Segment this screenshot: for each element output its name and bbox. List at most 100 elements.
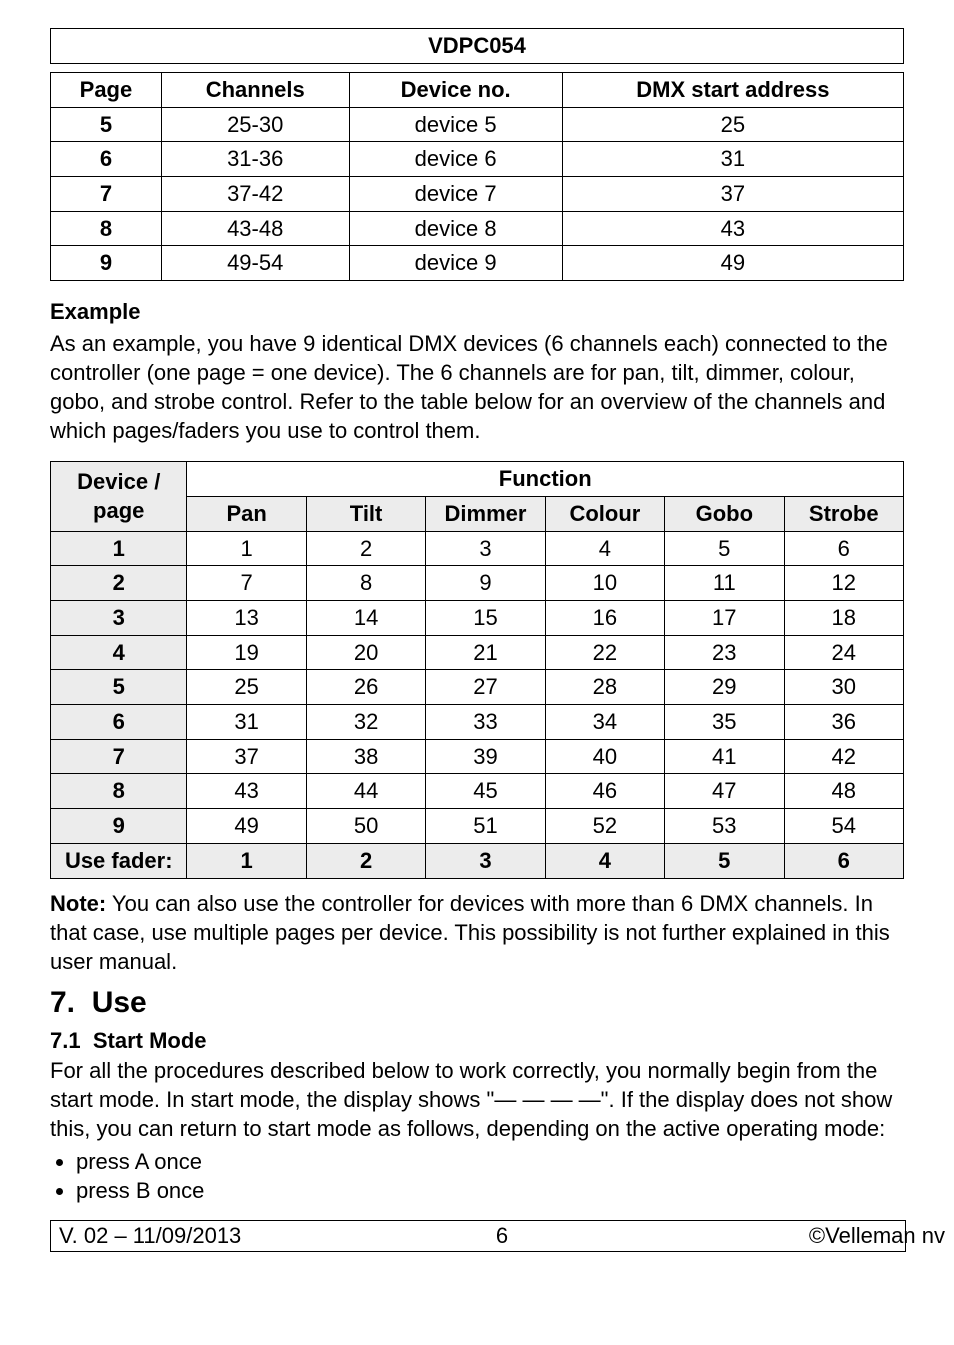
doc-code: VDPC054 (428, 33, 526, 58)
t2-cell: 27 (426, 670, 545, 705)
t2-cell: 5 (665, 531, 784, 566)
t2-cell: 28 (545, 670, 664, 705)
t2-footer-cell: 1 (187, 843, 306, 878)
cell-page: 5 (51, 107, 162, 142)
t2-cell: 13 (187, 601, 306, 636)
t2-cell: 53 (665, 809, 784, 844)
cell-addr: 25 (562, 107, 903, 142)
t2-cell: 34 (545, 705, 664, 740)
cell-page: 6 (51, 142, 162, 177)
cell-device: device 7 (349, 177, 562, 212)
cell-page: 7 (51, 177, 162, 212)
t2-cell: 7 (187, 566, 306, 601)
t2-cell: 11 (665, 566, 784, 601)
t2-cell: 20 (306, 635, 425, 670)
t2-cell: 9 (426, 566, 545, 601)
t2-cell: 24 (784, 635, 904, 670)
t2-col: Pan (187, 496, 306, 531)
t2-cell: 2 (306, 531, 425, 566)
table-row: 7 37 38 39 40 41 42 (51, 739, 904, 774)
t2-col: Dimmer (426, 496, 545, 531)
t2-col: Gobo (665, 496, 784, 531)
cell-channels: 25-30 (161, 107, 349, 142)
table-row: 8 43 44 45 46 47 48 (51, 774, 904, 809)
footer-page-number: 6 (409, 1221, 596, 1251)
t2-hdr-function: Function (187, 462, 904, 497)
t2-cell: 44 (306, 774, 425, 809)
t2-cell: 52 (545, 809, 664, 844)
table-row: 2 7 8 9 10 11 12 (51, 566, 904, 601)
note-text: You can also use the controller for devi… (50, 891, 890, 974)
cell-device: device 6 (349, 142, 562, 177)
t2-row-label: 9 (51, 809, 187, 844)
cell-channels: 49-54 (161, 246, 349, 281)
t1-h-page: Page (51, 73, 162, 108)
cell-device: device 5 (349, 107, 562, 142)
t2-row-label: 5 (51, 670, 187, 705)
cell-channels: 37-42 (161, 177, 349, 212)
t2-footer-cell: 3 (426, 843, 545, 878)
t2-cell: 21 (426, 635, 545, 670)
cell-addr: 31 (562, 142, 903, 177)
t2-cell: 50 (306, 809, 425, 844)
doc-code-frame: VDPC054 (50, 28, 904, 64)
table-device-function: Device / page Function Pan Tilt Dimmer C… (50, 461, 904, 878)
table-row: 1 1 2 3 4 5 6 (51, 531, 904, 566)
t2-cell: 33 (426, 705, 545, 740)
t2-footer-cell: 2 (306, 843, 425, 878)
table-row: 3 13 14 15 16 17 18 (51, 601, 904, 636)
t2-row-label: 6 (51, 705, 187, 740)
cell-page: 9 (51, 246, 162, 281)
subsection-text: For all the procedures described below t… (50, 1056, 904, 1143)
t2-row-label: 1 (51, 531, 187, 566)
table-footer-row: Use fader: 1 2 3 4 5 6 (51, 843, 904, 878)
table-row: 7 37-42 device 7 37 (51, 177, 904, 212)
table-row: 4 19 20 21 22 23 24 (51, 635, 904, 670)
t2-cell: 31 (187, 705, 306, 740)
cell-page: 8 (51, 211, 162, 246)
cell-channels: 31-36 (161, 142, 349, 177)
t2-row-label: 2 (51, 566, 187, 601)
t2-footer-cell: 4 (545, 843, 664, 878)
t2-cell: 17 (665, 601, 784, 636)
t2-cell: 26 (306, 670, 425, 705)
t2-cell: 38 (306, 739, 425, 774)
t2-cell: 10 (545, 566, 664, 601)
t2-cell: 30 (784, 670, 904, 705)
t2-cell: 45 (426, 774, 545, 809)
cell-addr: 49 (562, 246, 903, 281)
t1-h-channels: Channels (161, 73, 349, 108)
example-heading: Example (50, 299, 904, 325)
subsection-heading: 7.1 Start Mode (50, 1028, 904, 1054)
t2-cell: 43 (187, 774, 306, 809)
note-prefix: Note: (50, 891, 106, 916)
t2-footer-cell: 6 (784, 843, 904, 878)
cell-device: device 9 (349, 246, 562, 281)
t2-cell: 47 (665, 774, 784, 809)
t2-cell: 51 (426, 809, 545, 844)
t2-cell: 41 (665, 739, 784, 774)
t2-cell: 1 (187, 531, 306, 566)
t2-cell: 23 (665, 635, 784, 670)
section-title: Use (92, 986, 147, 1019)
t2-cell: 39 (426, 739, 545, 774)
cell-addr: 43 (562, 211, 903, 246)
t2-cell: 25 (187, 670, 306, 705)
table-page-channels: Page Channels Device no. DMX start addre… (50, 72, 904, 281)
cell-device: device 8 (349, 211, 562, 246)
t2-footer-label: Use fader: (51, 843, 187, 878)
t2-cell: 54 (784, 809, 904, 844)
section-heading: 7. Use (50, 986, 904, 1020)
t2-cell: 14 (306, 601, 425, 636)
table-row: 6 31-36 device 6 31 (51, 142, 904, 177)
t2-cell: 8 (306, 566, 425, 601)
t2-col: Strobe (784, 496, 904, 531)
t2-cell: 36 (784, 705, 904, 740)
t2-cell: 29 (665, 670, 784, 705)
t1-h-addr: DMX start address (562, 73, 903, 108)
t2-cell: 18 (784, 601, 904, 636)
t2-cell: 49 (187, 809, 306, 844)
t2-cell: 6 (784, 531, 904, 566)
page-footer: V. 02 – 11/09/2013 6 ©Velleman nv (50, 1220, 906, 1252)
t2-col: Colour (545, 496, 664, 531)
